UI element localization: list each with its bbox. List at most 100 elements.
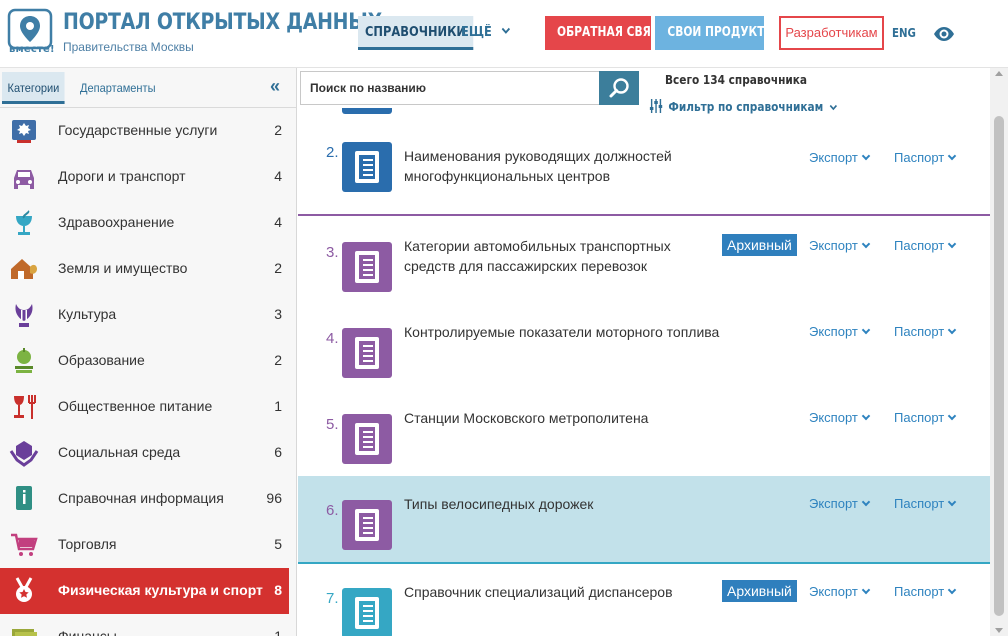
passport-dropdown[interactable]: Паспорт — [894, 238, 957, 253]
sidebar-item-label: Дороги и транспорт — [58, 168, 186, 184]
archive-badge: Архивный — [722, 580, 797, 602]
sidebar-item-label: Торговля — [58, 536, 117, 552]
book-icon[interactable] — [342, 328, 392, 378]
item-number: 2. — [326, 144, 339, 161]
feedback-button[interactable]: ОБРАТНАЯ СВЯЗЬ — [545, 16, 651, 50]
item-title-link[interactable]: Контролируемые показатели моторного топл… — [404, 322, 784, 342]
sidebar-item-count: 1 — [274, 628, 282, 636]
chevron-down-icon — [861, 325, 871, 335]
export-dropdown[interactable]: Экспорт — [809, 584, 871, 599]
portal-subtitle: Правительства Москвы — [63, 40, 194, 54]
main-content: Всего 134 справочника Фильтр по справочн… — [298, 68, 990, 636]
cart-icon — [11, 533, 38, 556]
book-icon[interactable] — [342, 414, 392, 464]
sidebar-item-count: 96 — [266, 490, 282, 506]
export-dropdown[interactable]: Экспорт — [809, 238, 871, 253]
passport-dropdown[interactable]: Паспорт — [894, 324, 957, 339]
scroll-down-arrow-icon[interactable] — [995, 628, 1003, 633]
sidebar-item-count: 4 — [274, 214, 282, 230]
chevron-down-icon — [948, 497, 957, 507]
sidebar-item-count: 8 — [274, 582, 282, 598]
item-title-link[interactable]: Справочник специализаций диспансеров — [404, 582, 724, 602]
tab-categories[interactable]: Категории — [2, 72, 65, 104]
sidebar-item-count: 5 — [274, 536, 282, 552]
item-title-link[interactable]: Категории автомобильных транспортных сре… — [404, 236, 724, 276]
passport-label: Паспорт — [894, 410, 945, 425]
search-icon — [609, 78, 629, 98]
coat-of-arms-icon — [12, 120, 36, 143]
export-dropdown[interactable]: Экспорт — [809, 496, 871, 511]
item-number: 4. — [326, 330, 339, 347]
passport-dropdown[interactable]: Паспорт — [894, 410, 957, 425]
sidebar-item-count: 1 — [274, 398, 282, 414]
language-switch[interactable]: ENG — [892, 26, 916, 40]
chevron-down-icon — [861, 239, 871, 249]
chevron-down-icon — [861, 585, 871, 595]
tab-departments[interactable]: Департаменты — [80, 72, 156, 104]
export-dropdown[interactable]: Экспорт — [809, 410, 871, 425]
list-item: 4. Контролируемые показатели моторного т… — [298, 304, 990, 390]
book-icon[interactable] — [342, 588, 392, 636]
sidebar-item-sport[interactable]: Физическая культура и спорт 8 — [0, 568, 289, 614]
chevron-down-icon — [948, 325, 957, 335]
item-number: 5. — [326, 416, 339, 433]
nav-more-dropdown[interactable]: ЕЩЁ — [461, 16, 510, 50]
item-number: 7. — [326, 590, 339, 607]
list-item: 7. Справочник специализаций диспансеров … — [298, 562, 990, 636]
passport-dropdown[interactable]: Паспорт — [894, 584, 957, 599]
export-label: Экспорт — [809, 584, 858, 599]
own-products-button[interactable]: СВОИ ПРОДУКТЫ! — [655, 16, 764, 50]
list-item: 3. Категории автомобильных транспортных … — [298, 218, 990, 304]
passport-label: Паспорт — [894, 238, 945, 253]
sidebar-item-culture[interactable]: Культура 3 — [0, 292, 296, 338]
sidebar-item-finance[interactable]: Финансы 1 — [0, 614, 296, 636]
item-title-link[interactable]: Станции Московского метрополитена — [404, 408, 784, 428]
page-scrollbar[interactable] — [990, 68, 1008, 636]
sidebar-item-gov-services[interactable]: Государственные услуги 2 — [0, 108, 296, 154]
collapse-sidebar-icon[interactable]: « — [270, 76, 280, 97]
passport-label: Паспорт — [894, 324, 945, 339]
developers-button[interactable]: Разработчикам — [779, 16, 884, 50]
accessibility-eye-icon[interactable] — [933, 23, 955, 45]
sidebar-item-social[interactable]: Социальная среда 6 — [0, 430, 296, 476]
book-icon[interactable] — [342, 500, 392, 550]
export-label: Экспорт — [809, 238, 858, 253]
passport-label: Паспорт — [894, 496, 945, 511]
sidebar-item-count: 4 — [274, 168, 282, 184]
sidebar-item-healthcare[interactable]: Здравоохранение 4 — [0, 200, 296, 246]
item-title-link[interactable]: Типы велосипедных дорожек — [404, 494, 784, 514]
search-button[interactable] — [599, 71, 639, 105]
chevron-down-icon — [948, 151, 957, 161]
money-icon — [12, 629, 37, 636]
scroll-thumb[interactable] — [994, 116, 1004, 616]
own-products-button-label: СВОИ ПРОДУКТЫ! — [667, 25, 764, 40]
sidebar-item-count: 2 — [274, 352, 282, 368]
export-dropdown[interactable]: Экспорт — [809, 324, 871, 339]
feedback-button-label: ОБРАТНАЯ СВЯЗЬ — [557, 25, 651, 40]
sidebar-item-count: 6 — [274, 444, 282, 460]
book-icon[interactable] — [342, 142, 392, 192]
passport-dropdown[interactable]: Паспорт — [894, 496, 957, 511]
total-count: Всего 134 справочника — [665, 73, 808, 87]
house-icon — [11, 259, 37, 279]
sidebar-item-count: 2 — [274, 122, 282, 138]
item-title-link[interactable]: Наименования руководящих должностей мног… — [404, 146, 724, 186]
chevron-down-icon — [501, 27, 510, 34]
sidebar-item-trade[interactable]: Торговля 5 — [0, 522, 296, 568]
item-number: 6. — [326, 502, 339, 519]
sidebar-item-reference[interactable]: Справочная информация 96 — [0, 476, 296, 522]
export-dropdown[interactable]: Экспорт — [809, 150, 871, 165]
portal-title[interactable]: ПОРТАЛ ОТКРЫТЫХ ДАННЫХ — [63, 10, 382, 35]
search-input[interactable] — [300, 71, 599, 105]
book-icon[interactable] — [342, 242, 392, 292]
sidebar-item-catering[interactable]: Общественное питание 1 — [0, 384, 296, 430]
scroll-up-arrow-icon[interactable] — [995, 71, 1003, 76]
lyre-icon — [15, 304, 33, 327]
sidebar-item-label: Здравоохранение — [58, 214, 175, 230]
sidebar-item-roads-transport[interactable]: Дороги и транспорт 4 — [0, 154, 296, 200]
sidebar-item-education[interactable]: Образование 2 — [0, 338, 296, 384]
passport-dropdown[interactable]: Паспорт — [894, 150, 957, 165]
nav-tab-reference-books[interactable]: СПРАВОЧНИКИ — [358, 16, 474, 50]
medical-bowl-icon — [16, 210, 32, 235]
sidebar-item-land-property[interactable]: Земля и имущество 2 — [0, 246, 296, 292]
